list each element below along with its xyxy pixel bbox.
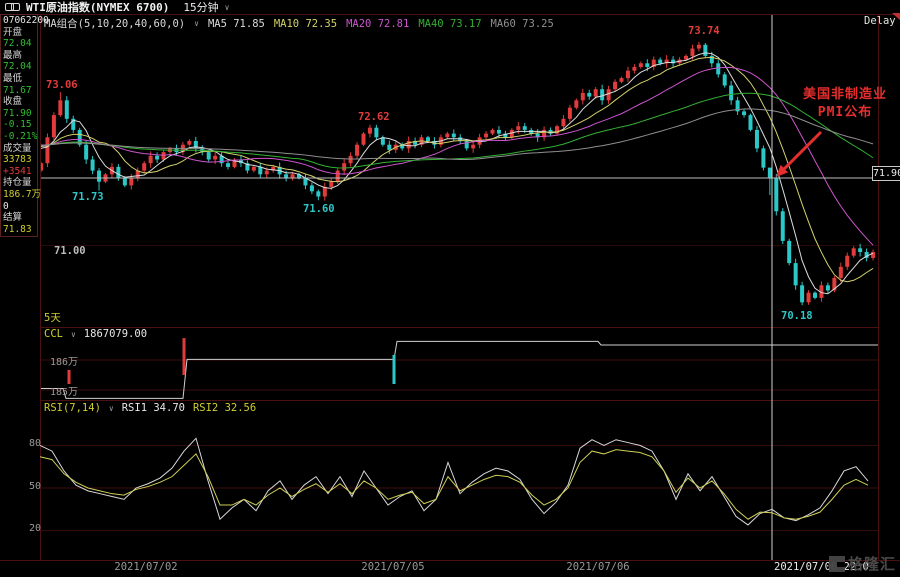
sidebar-field: 186.7万 <box>1 189 37 201</box>
watermark-text: 格隆汇 <box>848 553 896 574</box>
price-annotation: 71.73 <box>72 191 104 203</box>
ma-line-60 <box>41 109 873 160</box>
interval-selector[interactable]: 15分钟 <box>183 0 218 15</box>
ma-readout: MA5 71.85 <box>208 18 265 30</box>
last-price-tag: 71.90 <box>872 166 900 181</box>
sidebar-field: 72.04 <box>1 61 37 73</box>
sidebar-field: +3541 <box>1 166 37 178</box>
x-axis-date: 2021/07/02 <box>101 561 191 573</box>
ma-readout: MA10 72.35 <box>274 18 337 30</box>
ma-readout-label: MA10 <box>274 18 299 30</box>
gelonghui-logo-icon <box>829 556 845 572</box>
ma-readout: MA40 73.17 <box>418 18 481 30</box>
quote-sidebar: 07062200开盘72.04最高72.04最低71.67收盘71.90-0.1… <box>0 14 38 237</box>
ccl-indicator-row: CCL ∨ 1867079.00 <box>44 328 147 340</box>
rsi-line-1 <box>40 438 868 525</box>
annotation-line2: PMI公布 <box>790 104 900 122</box>
sidebar-field: 0 <box>1 201 37 213</box>
ma-indicator-row: MA组合(5,10,20,40,60,0) ∨ MA5 71.85 MA10 72… <box>44 16 554 31</box>
ma-readout-label: MA40 <box>418 18 443 30</box>
price-annotation: 71.60 <box>303 203 335 215</box>
rsi-label[interactable]: RSI(7,14) <box>44 402 101 414</box>
alert-corner-icon <box>892 13 900 20</box>
sidebar-field: 71.67 <box>1 85 37 97</box>
ma-readout: MA60 73.25 <box>491 18 554 30</box>
ma-readout-label: MA5 <box>208 18 227 30</box>
chevron-down-icon[interactable]: ∨ <box>194 19 199 28</box>
sidebar-field: 07062200 <box>1 15 37 27</box>
rsi-line-2 <box>40 450 868 520</box>
rsi1-label: RSI1 <box>122 402 147 414</box>
x-axis-date: 2021/07/06 <box>553 561 643 573</box>
watermark: 格隆汇 <box>829 553 896 574</box>
main-chart <box>39 42 875 305</box>
delay-badge: Delay <box>864 15 896 27</box>
ma-readout-label: MA60 <box>491 18 516 30</box>
x-axis-date: 2021/07/05 <box>348 561 438 573</box>
rsi-indicator-row: RSI(7,14) ∨ RSI1 34.70 RSI2 32.56 <box>44 402 256 414</box>
chart-canvas <box>0 0 900 577</box>
price-annotation: 73.06 <box>46 79 78 91</box>
price-annotation: 72.62 <box>358 111 390 123</box>
ccl-value: 1867079.00 <box>84 328 147 340</box>
sidebar-field: -0.15 <box>1 119 37 131</box>
ma-readout-value: 72.81 <box>378 18 410 30</box>
ma-readout-label: MA20 <box>346 18 371 30</box>
symbol-title[interactable]: WTI原油指数(NYMEX 6700) <box>26 0 169 15</box>
sidebar-field: 开盘 <box>1 27 37 39</box>
sidebar-field: 71.90 <box>1 108 37 120</box>
price-annotation: 71.00 <box>54 245 86 257</box>
ccl-label[interactable]: CCL <box>44 328 63 340</box>
link-icon[interactable] <box>5 3 20 11</box>
rsi-ytick-20: 20 <box>26 523 41 534</box>
ma-readout-value: 72.35 <box>305 18 337 30</box>
sidebar-field: 71.83 <box>1 224 37 236</box>
ma-line-10 <box>41 57 873 281</box>
sidebar-field: 最低 <box>1 73 37 85</box>
sidebar-field: 72.04 <box>1 38 37 50</box>
ccl-ytick-186: 186万 <box>50 353 78 368</box>
ma-readout-value: 73.17 <box>450 18 482 30</box>
news-annotation: 美国非制造业 PMI公布 <box>790 86 900 122</box>
sidebar-field: 结算 <box>1 212 37 224</box>
sidebar-field: 收盘 <box>1 96 37 108</box>
chevron-down-icon[interactable]: ∨ <box>109 404 114 413</box>
ma-readout: MA20 72.81 <box>346 18 409 30</box>
rsi2-value: 32.56 <box>225 402 257 414</box>
annotation-line1: 美国非制造业 <box>790 86 900 104</box>
title-bar: WTI原油指数(NYMEX 6700) 15分钟 ∨ <box>0 0 900 14</box>
ma-readout-value: 73.25 <box>522 18 554 30</box>
chevron-down-icon[interactable]: ∨ <box>225 3 230 12</box>
ma-line-5 <box>41 53 873 294</box>
sidebar-field: 成交量 <box>1 143 37 155</box>
rsi-ytick-50: 50 <box>26 481 41 492</box>
sidebar-field: 最高 <box>1 50 37 62</box>
sidebar-field: 33783 <box>1 154 37 166</box>
ma-line-20 <box>41 68 873 246</box>
ccl-ytick-185: 185万 <box>50 383 78 398</box>
annotation-arrow <box>780 132 821 173</box>
sidebar-field: 持仓量 <box>1 177 37 189</box>
price-annotation: 73.74 <box>688 25 720 37</box>
chevron-down-icon[interactable]: ∨ <box>71 330 76 339</box>
ma-readout-value: 71.85 <box>233 18 265 30</box>
rsi2-label: RSI2 <box>193 402 218 414</box>
rsi-ytick-80: 80 <box>26 438 41 449</box>
trading-terminal: WTI原油指数(NYMEX 6700) 15分钟 ∨ 07062200开盘72.… <box>0 0 900 577</box>
sidebar-field: -0.21% <box>1 131 37 143</box>
ccl-period-tab[interactable]: 5天 <box>44 310 61 325</box>
rsi1-value: 34.70 <box>153 402 185 414</box>
price-annotation: 70.18 <box>781 310 813 322</box>
ma-settings-label[interactable]: MA组合(5,10,20,40,60,0) <box>44 16 185 31</box>
